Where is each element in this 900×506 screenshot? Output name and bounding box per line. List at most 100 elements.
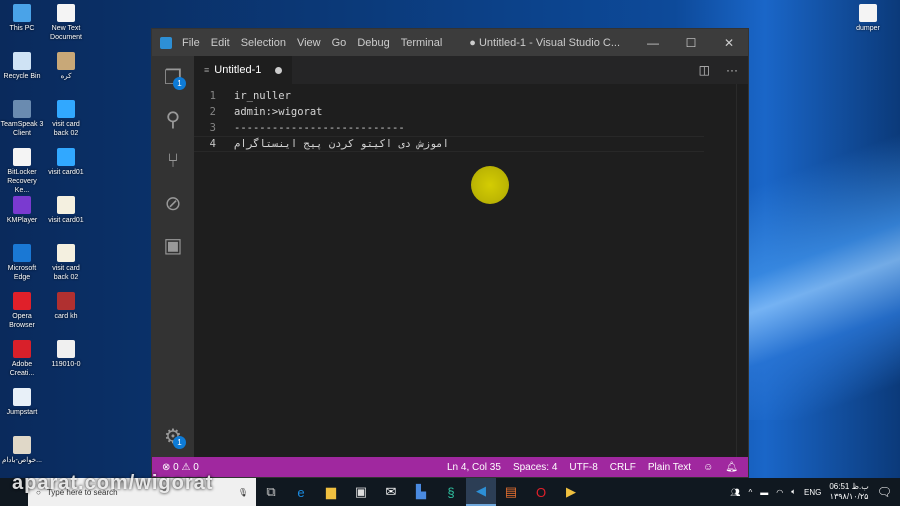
desktop-icon[interactable]: This PC (0, 4, 44, 33)
more-actions-icon[interactable]: ··· (726, 63, 738, 77)
desktop-icon-dumper[interactable]: dumper (846, 4, 890, 33)
line-ending[interactable]: CRLF (610, 462, 636, 473)
cursor-position[interactable]: Ln 4, Col 35 (447, 462, 501, 473)
explorer-icon[interactable]: ❐ 1 (152, 56, 194, 98)
menu-edit[interactable]: Edit (211, 37, 230, 49)
file-explorer-icon[interactable]: ▆ (316, 478, 346, 506)
desktop-icon-label: visit card01 (48, 217, 84, 224)
line-number: 3 (209, 122, 216, 134)
desktop-icon[interactable]: Jumpstart (0, 388, 44, 417)
volume-icon[interactable]: 🔈︎ (791, 487, 796, 497)
menu-debug[interactable]: Debug (357, 37, 389, 49)
desktop-icon[interactable]: New Text Document (44, 4, 88, 42)
language-mode[interactable]: Plain Text (648, 462, 691, 473)
close-button[interactable]: ✕ (710, 36, 748, 50)
line-text: اموزش دی اکیتو کردن پیج اینستاگرام (234, 138, 449, 150)
desktop-icon[interactable]: card kh (44, 292, 88, 321)
minimize-button[interactable]: — (634, 36, 672, 50)
desktop-icon[interactable]: BitLocker Recovery Ke... (0, 148, 44, 195)
notifications-bell-icon[interactable]: 🔔︎ (725, 462, 738, 473)
encoding[interactable]: UTF-8 (569, 462, 597, 473)
settings-badge: 1 (173, 436, 186, 449)
desktop-icon[interactable]: visit card back 02 (44, 100, 88, 138)
app-icon (57, 196, 75, 214)
settings-gear-icon[interactable]: ⚙ 1 (152, 415, 194, 457)
line-number: 4 (209, 138, 216, 150)
code-line[interactable]: 3 --------------------------- (194, 120, 748, 136)
desktop-icon-label: visit card back 02 (52, 265, 80, 281)
desktop-icon-label: 119010-0 (51, 361, 81, 368)
menu-go[interactable]: Go (332, 37, 347, 49)
app-icon (13, 340, 31, 358)
app-icon (57, 52, 75, 70)
extensions-icon[interactable]: ▣ (152, 224, 194, 266)
desktop-icon[interactable]: Microsoft Edge (0, 244, 44, 282)
app-icon (13, 292, 31, 310)
vscode-taskbar-icon[interactable]: ◀ (466, 478, 496, 506)
app-icon (13, 148, 31, 166)
menu-terminal[interactable]: Terminal (401, 37, 443, 49)
microphone-icon[interactable]: 🎙︎ (238, 488, 248, 497)
menu-selection[interactable]: Selection (241, 37, 286, 49)
people-icon[interactable]: 👥︎ (730, 488, 740, 497)
code-line[interactable]: 1 ir_nuller (194, 88, 748, 104)
powerpoint-icon[interactable]: ▤ (496, 478, 526, 506)
watermark: aparat.com/wigorat (12, 472, 214, 494)
desktop-icon-label: BitLocker Recovery Ke... (7, 169, 37, 194)
desktop-icon-label: Opera Browser (9, 313, 35, 329)
store-icon[interactable]: ▣ (346, 478, 376, 506)
sublime-icon[interactable]: § (436, 478, 466, 506)
media-player-icon[interactable]: ▶ (556, 478, 586, 506)
desktop-icon-label: خواص-بادام... (1, 457, 42, 464)
edge-taskbar-icon[interactable]: e (286, 478, 316, 506)
desktop-icon[interactable]: Adobe Creati... (0, 340, 44, 378)
scrollbar[interactable] (736, 84, 748, 457)
clock[interactable]: 06:51 ب.ظ ۱۳۹۸/۱۰/۲۵ (829, 482, 868, 502)
indentation[interactable]: Spaces: 4 (513, 462, 557, 473)
desktop-icon-label: KMPlayer (6, 217, 38, 224)
battery-icon[interactable]: ▬ (760, 488, 768, 497)
desktop-icon[interactable]: Opera Browser (0, 292, 44, 330)
code-line[interactable]: 4 اموزش دی اکیتو کردن پیج اینستاگرام (194, 136, 704, 152)
menu-file[interactable]: File (182, 37, 200, 49)
line-text: --------------------------- (234, 122, 405, 134)
desktop-icon-label: card kh (54, 313, 78, 320)
debug-icon[interactable]: ⊘ (152, 182, 194, 224)
tab-untitled-1[interactable]: ≡ Untitled-1 (194, 56, 293, 84)
desktop-icon[interactable]: visit card01 (44, 196, 88, 225)
status-bar: ⊗ 0 ⚠ 0 Ln 4, Col 35 Spaces: 4 UTF-8 CRL… (152, 457, 748, 477)
code-line[interactable]: 2 admin:>wigorat (194, 104, 748, 120)
app-icon (13, 388, 31, 406)
menu-view[interactable]: View (297, 37, 321, 49)
show-hidden-icons[interactable]: ^ (748, 488, 752, 497)
language-indicator[interactable]: ENG (804, 488, 821, 497)
desktop-icon[interactable]: visit card01 (44, 148, 88, 177)
app-icon (13, 436, 31, 454)
split-editor-icon[interactable]: ◫ (699, 63, 710, 77)
search-icon[interactable]: ⚲ (152, 98, 194, 140)
network-app-icon[interactable]: ▙ (406, 478, 436, 506)
desktop-icon-label: کره (60, 73, 72, 80)
source-control-icon[interactable]: ⑂ (152, 140, 194, 182)
desktop-icon[interactable]: خواص-بادام... (0, 436, 44, 465)
window-title: ● Untitled-1 - Visual Studio C... (469, 36, 620, 49)
app-icon (57, 148, 75, 166)
action-center-icon[interactable]: 🗨︎ (877, 485, 892, 499)
desktop-icon-label: visit card back 02 (52, 121, 80, 137)
feedback-smiley-icon[interactable]: ☺ (703, 462, 713, 473)
problems-status[interactable]: ⊗ 0 ⚠ 0 (162, 462, 199, 473)
opera-taskbar-icon[interactable]: O (526, 478, 556, 506)
desktop-icon-label: TeamSpeak 3 Client (0, 121, 44, 137)
desktop-icon[interactable]: Recycle Bin (0, 52, 44, 81)
desktop-icon[interactable]: 119010-0 (44, 340, 88, 369)
desktop-icon[interactable]: KMPlayer (0, 196, 44, 225)
maximize-button[interactable]: ☐ (672, 36, 710, 50)
mail-icon[interactable]: ✉ (376, 478, 406, 506)
desktop-icon[interactable]: TeamSpeak 3 Client (0, 100, 44, 138)
desktop-icon[interactable]: visit card back 02 (44, 244, 88, 282)
task-view-icon[interactable]: ⧉ (256, 478, 286, 506)
desktop-icon[interactable]: کره (44, 52, 88, 81)
editor[interactable]: 1 ir_nuller 2 admin:>wigorat 3 --------------… (194, 84, 748, 457)
wifi-icon[interactable]: ◠ (776, 488, 783, 497)
unsaved-dot-icon[interactable] (275, 66, 283, 74)
